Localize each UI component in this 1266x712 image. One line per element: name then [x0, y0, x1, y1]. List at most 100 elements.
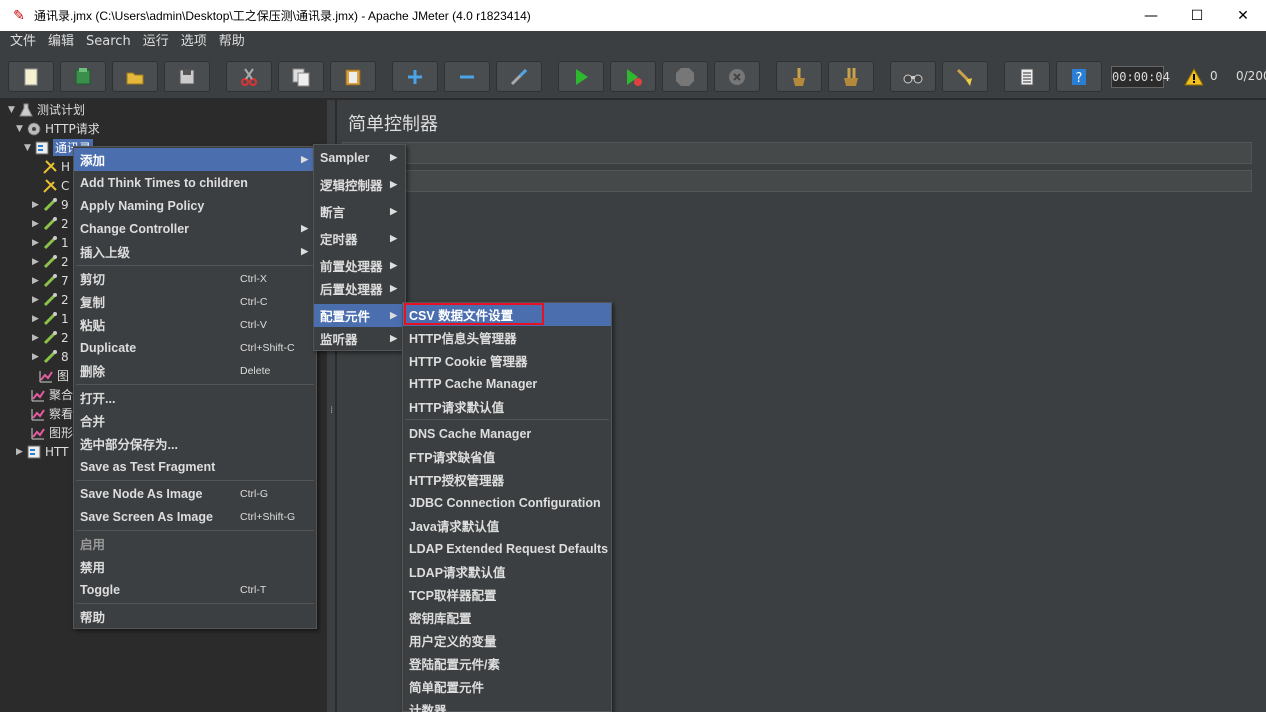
collapsed-icon[interactable]: ▶	[16, 447, 26, 457]
tree-node-sampler-4[interactable]: ▶ 2	[32, 252, 69, 271]
menu-item-enable[interactable]: 启用	[74, 532, 316, 555]
tree-node-test-plan[interactable]: ▼ 测试计划	[8, 100, 85, 119]
cut-button[interactable]	[226, 61, 272, 92]
menu-item-user-defined-variables[interactable]: 用户定义的变量	[403, 629, 611, 652]
menu-item-pre-processor[interactable]: 前置处理器 ▶	[314, 254, 405, 277]
open-button[interactable]	[112, 61, 158, 92]
collapse-all-button[interactable]	[444, 61, 490, 92]
tree-node-sampler-6[interactable]: ▶ 2	[32, 290, 69, 309]
menu-item-insert-parent[interactable]: 插入上级 ▶	[74, 240, 316, 263]
templates-button[interactable]	[60, 61, 106, 92]
menu-item-java-request-defaults[interactable]: Java请求默认值	[403, 514, 611, 537]
menu-item-copy[interactable]: 复制 Ctrl-C	[74, 290, 316, 313]
menu-item-ldap-extended-defaults[interactable]: LDAP Extended Request Defaults	[403, 537, 611, 560]
menu-item-keystore-config[interactable]: 密钥库配置	[403, 606, 611, 629]
menu-item-save-test-fragment[interactable]: Save as Test Fragment	[74, 455, 316, 478]
minimize-button[interactable]: —	[1128, 0, 1174, 31]
name-field[interactable]: 通讯录	[342, 142, 1252, 164]
menu-item-logic-controller[interactable]: 逻辑控制器 ▶	[314, 173, 405, 196]
close-button[interactable]: ✕	[1220, 0, 1266, 31]
menu-help[interactable]: 帮助	[213, 31, 251, 53]
collapsed-icon[interactable]: ▶	[32, 352, 42, 362]
collapsed-icon[interactable]: ▶	[32, 257, 42, 267]
save-button[interactable]	[164, 61, 210, 92]
menu-item-dns-cache-manager[interactable]: DNS Cache Manager	[403, 422, 611, 445]
tree-node-sampler-2[interactable]: ▶ 2	[32, 214, 69, 233]
toggle-button[interactable]	[496, 61, 542, 92]
start-no-pause-button[interactable]	[610, 61, 656, 92]
menu-item-help[interactable]: 帮助	[74, 605, 316, 628]
collapsed-icon[interactable]: ▶	[32, 219, 42, 229]
collapsed-icon[interactable]: ▶	[32, 314, 42, 324]
reset-search-button[interactable]	[942, 61, 988, 92]
start-button[interactable]	[558, 61, 604, 92]
tree-node-child-1[interactable]: H	[42, 157, 70, 176]
tree-node-sampler-5[interactable]: ▶ 7	[32, 271, 69, 290]
collapsed-icon[interactable]: ▶	[32, 333, 42, 343]
clear-button[interactable]	[776, 61, 822, 92]
menu-item-timer[interactable]: 定时器 ▶	[314, 227, 405, 250]
menu-item-delete[interactable]: 删除 Delete	[74, 359, 316, 382]
search-button[interactable]	[890, 61, 936, 92]
menu-run[interactable]: 运行	[137, 31, 175, 53]
menu-item-disable[interactable]: 禁用	[74, 555, 316, 578]
menu-search[interactable]: Search	[80, 31, 137, 53]
menu-item-config-element[interactable]: 配置元件 ▶	[314, 304, 405, 327]
collapsed-icon[interactable]: ▶	[32, 295, 42, 305]
menu-item-assertion[interactable]: 断言 ▶	[314, 200, 405, 223]
menu-item-http-cache-manager[interactable]: HTTP Cache Manager	[403, 372, 611, 395]
menu-item-ftp-request-defaults[interactable]: FTP请求缺省值	[403, 445, 611, 468]
shutdown-button[interactable]	[714, 61, 760, 92]
tree-node-sampler-8[interactable]: ▶ 2	[32, 328, 69, 347]
tree-node-sampler-7[interactable]: ▶ 1	[32, 309, 69, 328]
tree-node-thread-group[interactable]: ▼ HTTP请求	[16, 119, 100, 138]
menu-item-change-controller[interactable]: Change Controller ▶	[74, 217, 316, 240]
menu-options[interactable]: 选项	[175, 31, 213, 53]
copy-button[interactable]	[278, 61, 324, 92]
tree-node-listener-graph[interactable]: 图	[38, 366, 69, 385]
menu-item-post-processor[interactable]: 后置处理器 ▶	[314, 277, 405, 300]
stop-button[interactable]	[662, 61, 708, 92]
tree-node-sampler-1[interactable]: ▶ 9	[32, 195, 69, 214]
collapsed-icon[interactable]: ▶	[32, 276, 42, 286]
menu-item-http-request-defaults[interactable]: HTTP请求默认值	[403, 395, 611, 418]
expand-all-button[interactable]	[392, 61, 438, 92]
menu-item-paste[interactable]: 粘贴 Ctrl-V	[74, 313, 316, 336]
menu-edit[interactable]: 编辑	[42, 31, 80, 53]
menu-item-csv-data-set-config[interactable]: CSV 数据文件设置	[403, 303, 611, 326]
menu-file[interactable]: 文件	[4, 31, 42, 53]
menu-item-add-think-times[interactable]: Add Think Times to children	[74, 171, 316, 194]
tree-node-listener-chart[interactable]: 图形	[30, 423, 73, 442]
collapsed-icon[interactable]: ▶	[32, 238, 42, 248]
menu-item-http-cookie-manager[interactable]: HTTP Cookie 管理器	[403, 349, 611, 372]
menu-item-save-screen-image[interactable]: Save Screen As Image Ctrl+Shift-G	[74, 505, 316, 528]
tree-node-listener-view[interactable]: 察看	[30, 404, 73, 423]
tree-node-child-2[interactable]: C	[42, 176, 69, 195]
menu-item-listener[interactable]: 监听器 ▶	[314, 327, 405, 350]
expanded-icon[interactable]: ▼	[16, 124, 26, 134]
menu-item-ldap-request-defaults[interactable]: LDAP请求默认值	[403, 560, 611, 583]
menu-item-simple-config[interactable]: 简单配置元件	[403, 675, 611, 698]
menu-item-tcp-sampler-config[interactable]: TCP取样器配置	[403, 583, 611, 606]
menu-item-jdbc-connection-config[interactable]: JDBC Connection Configuration	[403, 491, 611, 514]
menu-item-http-auth-manager[interactable]: HTTP授权管理器	[403, 468, 611, 491]
menu-item-duplicate[interactable]: Duplicate Ctrl+Shift-C	[74, 336, 316, 359]
menu-item-apply-naming-policy[interactable]: Apply Naming Policy	[74, 194, 316, 217]
menu-item-save-node-image[interactable]: Save Node As Image Ctrl-G	[74, 482, 316, 505]
function-helper-button[interactable]	[1004, 61, 1050, 92]
tree-node-sampler-3[interactable]: ▶ 1	[32, 233, 69, 252]
tree-node-listener-aggregate[interactable]: 聚合	[30, 385, 73, 404]
menu-item-add[interactable]: 添加 ▶	[74, 148, 316, 171]
help-button[interactable]: ?	[1056, 61, 1102, 92]
expanded-icon[interactable]: ▼	[8, 105, 18, 115]
warning-icon[interactable]	[1184, 67, 1204, 87]
menu-item-counter[interactable]: 计数器	[403, 698, 611, 712]
menu-item-save-selection[interactable]: 选中部分保存为...	[74, 432, 316, 455]
expanded-icon[interactable]: ▼	[24, 143, 34, 153]
menu-item-open[interactable]: 打开...	[74, 386, 316, 409]
collapsed-icon[interactable]: ▶	[32, 200, 42, 210]
paste-button[interactable]	[330, 61, 376, 92]
new-button[interactable]	[8, 61, 54, 92]
menu-item-toggle[interactable]: Toggle Ctrl-T	[74, 578, 316, 601]
menu-item-sampler[interactable]: Sampler ▶	[314, 146, 405, 169]
